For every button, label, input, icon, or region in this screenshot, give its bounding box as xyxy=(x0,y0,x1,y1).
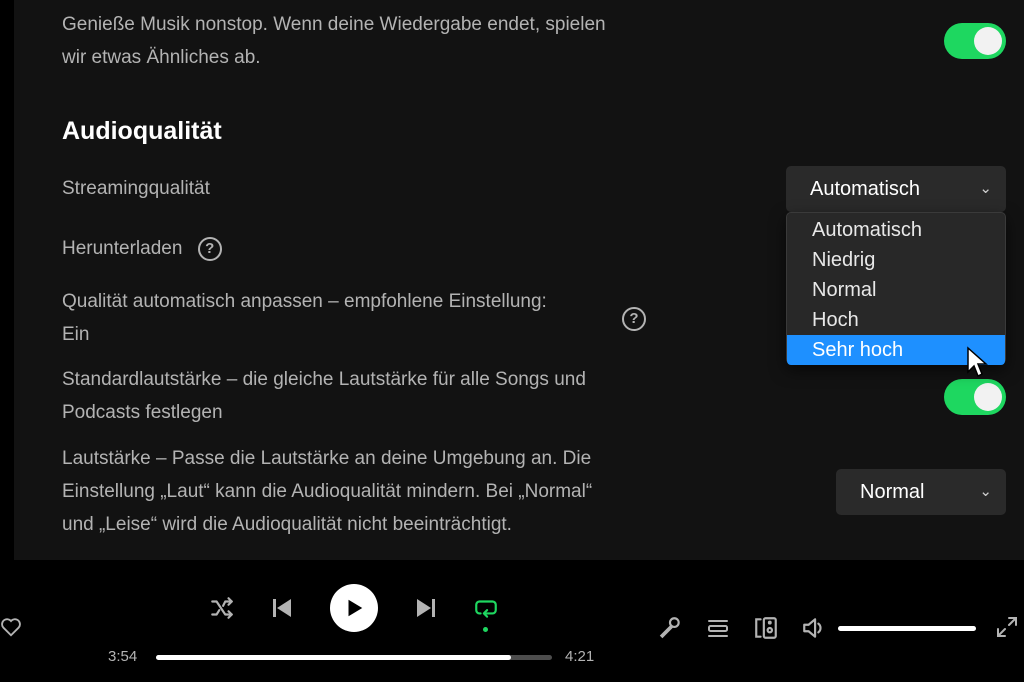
duration-time: 4:21 xyxy=(565,648,595,665)
shuffle-icon[interactable] xyxy=(208,594,236,622)
loudness-select[interactable]: Normal ⌄ xyxy=(836,469,1006,515)
option-hoch[interactable]: Hoch xyxy=(787,305,1005,335)
loudness-value: Normal xyxy=(860,481,925,503)
loudness-label: Lautstärke – Passe die Lautstärke an dei… xyxy=(62,448,593,535)
elapsed-time: 3:54 xyxy=(108,648,138,665)
streaming-quality-value: Automatisch xyxy=(810,178,921,200)
connect-device-icon[interactable] xyxy=(752,614,780,642)
mouse-cursor-icon xyxy=(967,346,988,378)
volume-slider[interactable] xyxy=(838,626,976,631)
normalize-volume-toggle[interactable] xyxy=(944,379,1006,415)
microphone-icon[interactable] xyxy=(656,614,684,642)
repeat-active-dot xyxy=(483,627,488,632)
help-icon[interactable]: ? xyxy=(197,236,222,261)
progress-bar[interactable] xyxy=(156,655,552,660)
toggle-knob xyxy=(974,383,1002,411)
streaming-quality-label: Streamingqualität xyxy=(62,178,210,199)
repeat-icon[interactable] xyxy=(472,594,500,622)
autoplay-toggle[interactable] xyxy=(944,23,1006,59)
download-label: Herunterladen xyxy=(62,238,183,259)
streaming-quality-select[interactable]: Automatisch ⌄ xyxy=(786,166,1006,212)
queue-icon[interactable] xyxy=(704,614,732,642)
option-niedrig[interactable]: Niedrig xyxy=(787,245,1005,275)
play-button[interactable] xyxy=(330,584,378,632)
option-automatisch[interactable]: Automatisch xyxy=(787,215,1005,245)
streaming-quality-dropdown: Automatisch Niedrig Normal Hoch Sehr hoc… xyxy=(786,212,1006,365)
chevron-down-icon: ⌄ xyxy=(979,180,992,197)
fullscreen-icon[interactable] xyxy=(994,614,1020,640)
player-bar: 3:54 4:21 xyxy=(0,560,1024,682)
option-normal[interactable]: Normal xyxy=(787,275,1005,305)
audio-quality-heading: Audioqualität xyxy=(62,117,222,145)
play-icon xyxy=(348,599,363,617)
volume-icon[interactable] xyxy=(800,614,828,642)
help-icon[interactable]: ? xyxy=(622,307,646,331)
chevron-down-icon: ⌄ xyxy=(979,483,992,500)
auto-adjust-label: Qualität automatisch anpassen – empfohle… xyxy=(62,291,547,345)
toggle-knob xyxy=(974,27,1002,55)
normalize-volume-label: Standardlautstärke – die gleiche Lautstä… xyxy=(62,369,586,423)
autoplay-description: Genieße Musik nonstop. Wenn deine Wieder… xyxy=(62,14,606,68)
next-icon[interactable] xyxy=(412,594,440,622)
previous-icon[interactable] xyxy=(268,594,296,622)
heart-icon[interactable] xyxy=(0,616,22,638)
download-label-row: Herunterladen ? xyxy=(62,232,222,265)
volume-fill xyxy=(838,626,976,631)
progress-fill xyxy=(156,655,512,660)
